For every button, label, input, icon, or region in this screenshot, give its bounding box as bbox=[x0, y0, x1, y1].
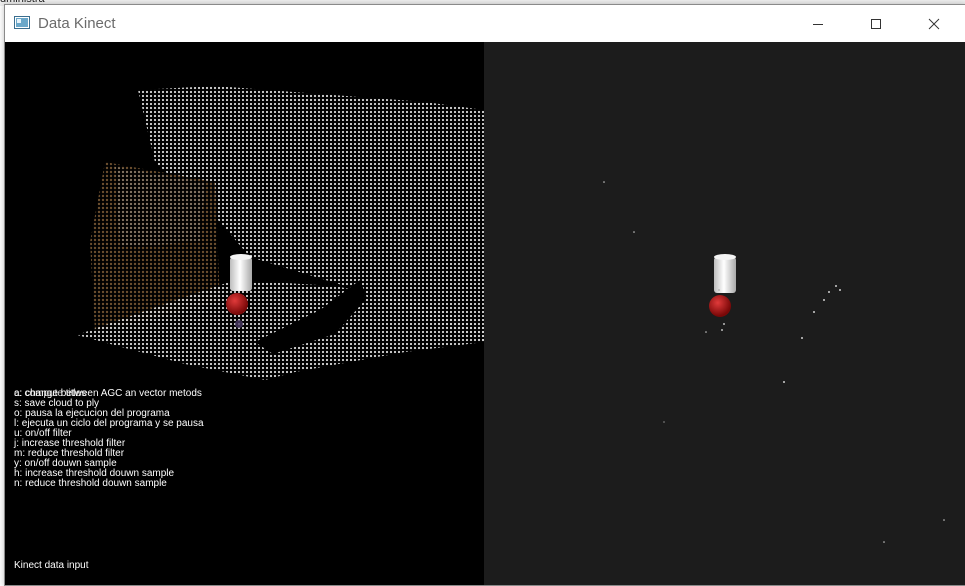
filtered-cloud-render bbox=[603, 181, 945, 543]
help-overlap-text: c: compute titles bbox=[14, 388, 87, 399]
keyboard-help-list: a: change between AGC an vector metods s… bbox=[14, 389, 204, 489]
point-cloud-render bbox=[77, 86, 484, 380]
data-kinect-window: Data Kinect a: change between AGC an vec… bbox=[4, 4, 965, 586]
help-line: n: reduce threshold douwn sample bbox=[14, 478, 167, 489]
status-label: Kinect data input bbox=[14, 560, 89, 571]
app-icon bbox=[14, 16, 30, 29]
point-cloud-viewport-right[interactable] bbox=[484, 42, 965, 585]
close-button[interactable] bbox=[905, 5, 963, 42]
sparse-points bbox=[603, 181, 945, 543]
minimize-icon bbox=[813, 23, 823, 25]
title-bar[interactable]: Data Kinect bbox=[5, 5, 965, 42]
close-icon bbox=[928, 18, 940, 29]
maximize-icon bbox=[871, 18, 881, 29]
minimize-button[interactable] bbox=[789, 5, 847, 42]
marker-object-filtered bbox=[709, 254, 736, 331]
point-cloud-viewport-left[interactable]: a: change between AGC an vector metods s… bbox=[5, 42, 484, 585]
maximize-button[interactable] bbox=[847, 5, 905, 42]
window-title: Data Kinect bbox=[38, 15, 116, 32]
